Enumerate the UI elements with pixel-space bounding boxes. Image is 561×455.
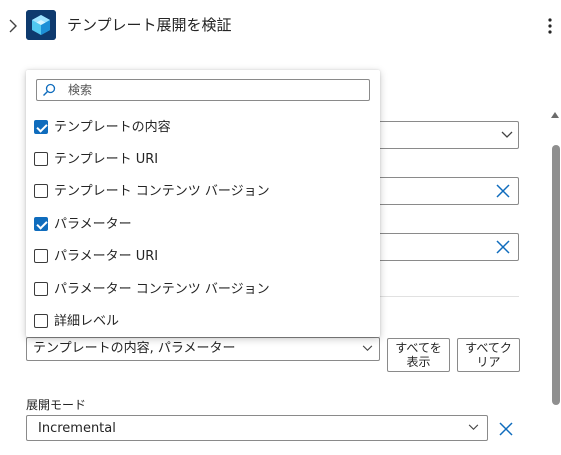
option-item[interactable]: テンプレート コンテンツ バージョン: [34, 181, 270, 201]
option-label: パラメーター: [54, 216, 132, 232]
scrollbar-thumb[interactable]: [552, 145, 560, 405]
close-icon[interactable]: [496, 184, 510, 198]
option-item[interactable]: パラメーター URI: [34, 246, 158, 266]
deployment-mode-value: Incremental: [38, 421, 116, 436]
page-title: テンプレート展開を検証: [67, 16, 232, 34]
ellipsis-vertical-icon[interactable]: [540, 16, 560, 36]
option-label: テンプレート コンテンツ バージョン: [54, 183, 270, 199]
show-all-label: すべてを表示: [395, 341, 442, 369]
checkbox-checked[interactable]: [34, 120, 48, 134]
chevron-down-icon: [501, 131, 513, 138]
chevron-right-icon[interactable]: [7, 19, 19, 33]
checkbox[interactable]: [34, 152, 48, 166]
close-icon[interactable]: [499, 422, 513, 436]
option-label: パラメーター コンテンツ バージョン: [54, 281, 270, 297]
option-item[interactable]: テンプレートの内容: [34, 117, 171, 137]
checkbox-checked[interactable]: [34, 217, 48, 231]
option-item[interactable]: パラメーター コンテンツ バージョン: [34, 279, 270, 299]
output-selection-value: テンプレートの内容, パラメーター: [33, 341, 236, 356]
option-item[interactable]: テンプレート URI: [34, 149, 158, 169]
checkbox[interactable]: [34, 282, 48, 296]
option-label: 詳細レベル: [54, 313, 120, 329]
option-label: テンプレートの内容: [54, 119, 171, 135]
close-icon[interactable]: [496, 240, 510, 254]
search-placeholder: 検索: [68, 83, 93, 97]
clear-all-button[interactable]: すべてクリア: [457, 338, 520, 372]
chevron-down-icon: [362, 345, 373, 352]
option-label: パラメーター URI: [54, 248, 159, 264]
show-all-button[interactable]: すべてを表示: [387, 338, 450, 372]
checkbox[interactable]: [34, 314, 48, 328]
cube-icon: [26, 10, 56, 40]
chevron-down-icon: [468, 424, 479, 431]
checkbox[interactable]: [34, 249, 48, 263]
search-icon: [43, 83, 56, 96]
option-item[interactable]: 詳細レベル: [34, 311, 119, 331]
deployment-mode-label: 展開モード: [26, 398, 87, 412]
option-item[interactable]: パラメーター: [34, 214, 132, 234]
clear-all-label: すべてクリア: [465, 341, 512, 369]
option-label: テンプレート URI: [54, 151, 159, 167]
checkbox[interactable]: [34, 184, 48, 198]
scroll-up-arrow-icon[interactable]: [551, 112, 559, 118]
